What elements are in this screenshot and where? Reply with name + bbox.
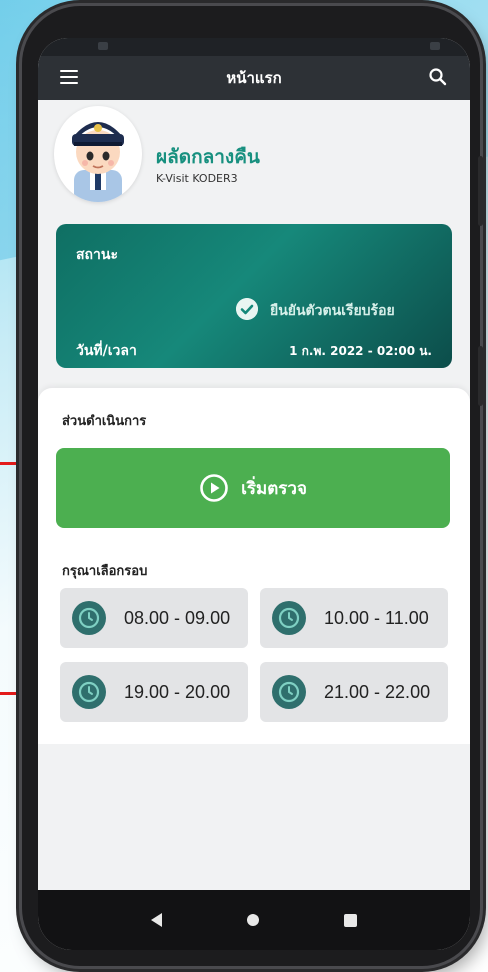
hamburger-menu-icon[interactable]: [60, 70, 78, 84]
round-slot-1[interactable]: 08.00 - 09.00: [60, 588, 248, 648]
status-card: สถานะ ยืนยันตัวตนเรียบร้อย วันที่/เวลา 1…: [56, 224, 452, 368]
power-button: [478, 346, 483, 406]
profile-header: ผลัดกลางคืน K-Visit KODER3: [38, 100, 470, 218]
volume-button: [478, 156, 483, 226]
clock-icon: [72, 601, 106, 635]
round-slot-time: 21.00 - 22.00: [324, 681, 431, 702]
status-value: ยืนยันตัวตนเรียบร้อย: [270, 303, 395, 319]
avatar: [54, 106, 142, 202]
actions-title: ส่วนดำเนินการ: [62, 414, 147, 429]
signal-icon: [430, 42, 440, 50]
clock-icon: [272, 675, 306, 709]
empty-area: [38, 744, 470, 890]
clock-icon: [72, 675, 106, 709]
round-slot-time: 10.00 - 11.00: [324, 607, 429, 628]
page-title: หน้าแรก: [226, 69, 282, 87]
shift-name: ผลัดกลางคืน: [156, 146, 260, 168]
security-guard-avatar: [72, 122, 124, 202]
status-label: สถานะ: [76, 247, 118, 263]
account-subtitle: K-Visit KODER3: [156, 172, 238, 185]
start-inspection-label: เริ่มตรวจ: [241, 478, 307, 499]
home-icon[interactable]: [246, 914, 259, 926]
round-slot-4[interactable]: 21.00 - 22.00: [260, 662, 448, 722]
back-icon[interactable]: [150, 913, 162, 927]
round-slot-3[interactable]: 19.00 - 20.00: [60, 662, 248, 722]
app-bar: หน้าแรก: [38, 56, 470, 100]
round-slot-time: 19.00 - 20.00: [124, 681, 231, 702]
clock-icon: [272, 601, 306, 635]
search-icon[interactable]: [428, 67, 448, 87]
datetime-label: วันที่/เวลา: [76, 343, 137, 359]
round-slot-time: 08.00 - 09.00: [124, 607, 231, 628]
check-circle-icon: [236, 298, 258, 320]
rounds-title: กรุณาเลือกรอบ: [62, 564, 148, 579]
phone-screen: หน้าแรก ผลัดกลางคืน K-Visit KODER3 สถานะ…: [38, 38, 470, 950]
play-circle-icon: [200, 474, 228, 502]
start-inspection-button[interactable]: เริ่มตรวจ: [56, 448, 450, 528]
datetime-value: 1 ก.พ. 2022 - 02:00 น.: [289, 344, 432, 358]
status-bar: [38, 38, 470, 56]
android-nav-bar: [38, 890, 470, 950]
actions-panel: ส่วนดำเนินการ เริ่มตรวจ กรุณาเลือกรอบ 08…: [38, 388, 470, 744]
camera-dot: [98, 42, 108, 50]
round-slot-2[interactable]: 10.00 - 11.00: [260, 588, 448, 648]
recent-apps-icon[interactable]: [344, 913, 358, 927]
